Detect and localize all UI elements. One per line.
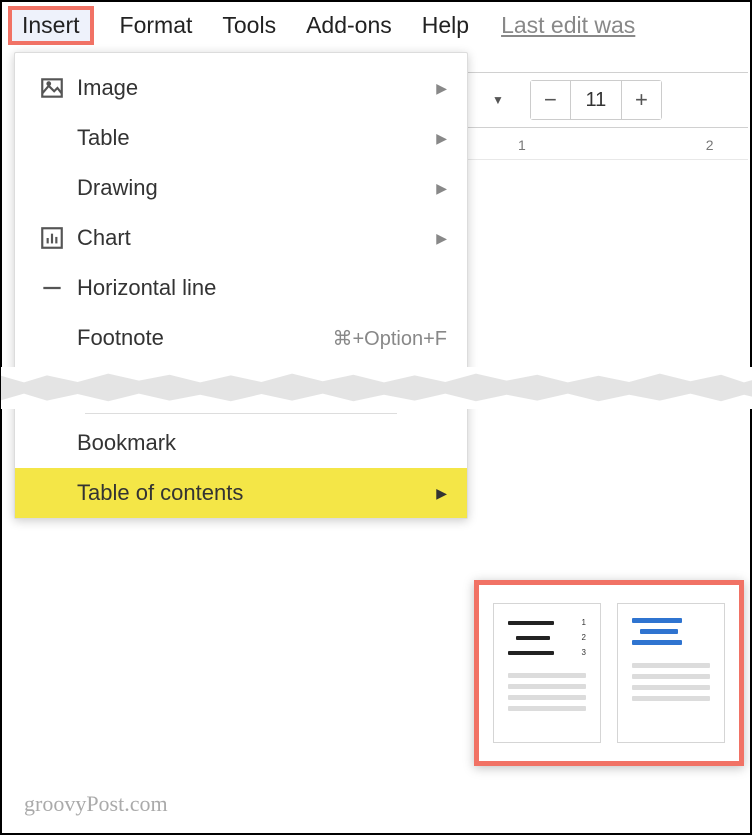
menu-item-label: Horizontal line <box>77 275 447 301</box>
menu-item-table[interactable]: Table ▶ <box>15 113 467 163</box>
watermark: groovyPost.com <box>24 791 168 817</box>
insert-dropdown: Image ▶ Table ▶ Drawing ▶ Chart ▶ Horizo… <box>14 52 468 519</box>
font-size-stepper[interactable]: − 11 + <box>530 80 662 120</box>
menu-divider <box>85 413 397 414</box>
font-dropdown-arrow-icon[interactable]: ▼ <box>476 85 520 115</box>
menu-item-table-of-contents[interactable]: Table of contents ▶ <box>15 468 467 518</box>
menu-item-label: Chart <box>77 225 436 251</box>
menu-item-chart[interactable]: Chart ▶ <box>15 213 467 263</box>
menu-format[interactable]: Format <box>116 6 197 45</box>
menu-item-label: Bookmark <box>77 430 447 456</box>
submenu-arrow-icon: ▶ <box>436 80 447 97</box>
toolbar-fragment: ▼ − 11 + <box>468 72 748 128</box>
shortcut-label: ⌘+Option+F <box>332 326 447 351</box>
torn-edge-decoration <box>15 369 467 407</box>
menu-item-image[interactable]: Image ▶ <box>15 63 467 113</box>
toc-with-blue-links[interactable] <box>617 603 725 743</box>
menu-insert[interactable]: Insert <box>8 6 94 45</box>
menu-item-label: Table of contents <box>77 480 436 506</box>
submenu-arrow-icon: ▶ <box>436 485 447 502</box>
image-icon <box>27 75 77 101</box>
submenu-arrow-icon: ▶ <box>436 180 447 197</box>
menu-item-footnote[interactable]: Footnote ⌘+Option+F <box>15 313 467 363</box>
menu-item-label: Footnote <box>77 325 332 351</box>
menu-item-label: Drawing <box>77 175 436 201</box>
ruler-tick-2: 2 <box>706 137 714 153</box>
toc-with-page-numbers[interactable]: 1 2 3 <box>493 603 601 743</box>
menu-addons[interactable]: Add-ons <box>302 6 396 45</box>
menubar: Insert Format Tools Add-ons Help Last ed… <box>2 2 750 50</box>
menu-item-label: Image <box>77 75 436 101</box>
font-size-value[interactable]: 11 <box>571 89 621 112</box>
submenu-arrow-icon: ▶ <box>436 130 447 147</box>
menu-item-drawing[interactable]: Drawing ▶ <box>15 163 467 213</box>
menu-tools[interactable]: Tools <box>218 6 280 45</box>
menu-item-label: Table <box>77 125 436 151</box>
menu-help[interactable]: Help <box>418 6 473 45</box>
menu-item-bookmark[interactable]: Bookmark <box>15 418 467 468</box>
horizontal-line-icon <box>27 275 77 301</box>
font-size-decrease[interactable]: − <box>531 81 571 119</box>
toc-submenu: 1 2 3 <box>474 580 744 766</box>
ruler: 1 2 <box>468 130 748 160</box>
last-edit-link[interactable]: Last edit was <box>501 12 635 39</box>
submenu-arrow-icon: ▶ <box>436 230 447 247</box>
ruler-tick-1: 1 <box>518 137 526 153</box>
chart-icon <box>27 225 77 251</box>
font-size-increase[interactable]: + <box>621 81 661 119</box>
menu-item-horizontal-line[interactable]: Horizontal line <box>15 263 467 313</box>
